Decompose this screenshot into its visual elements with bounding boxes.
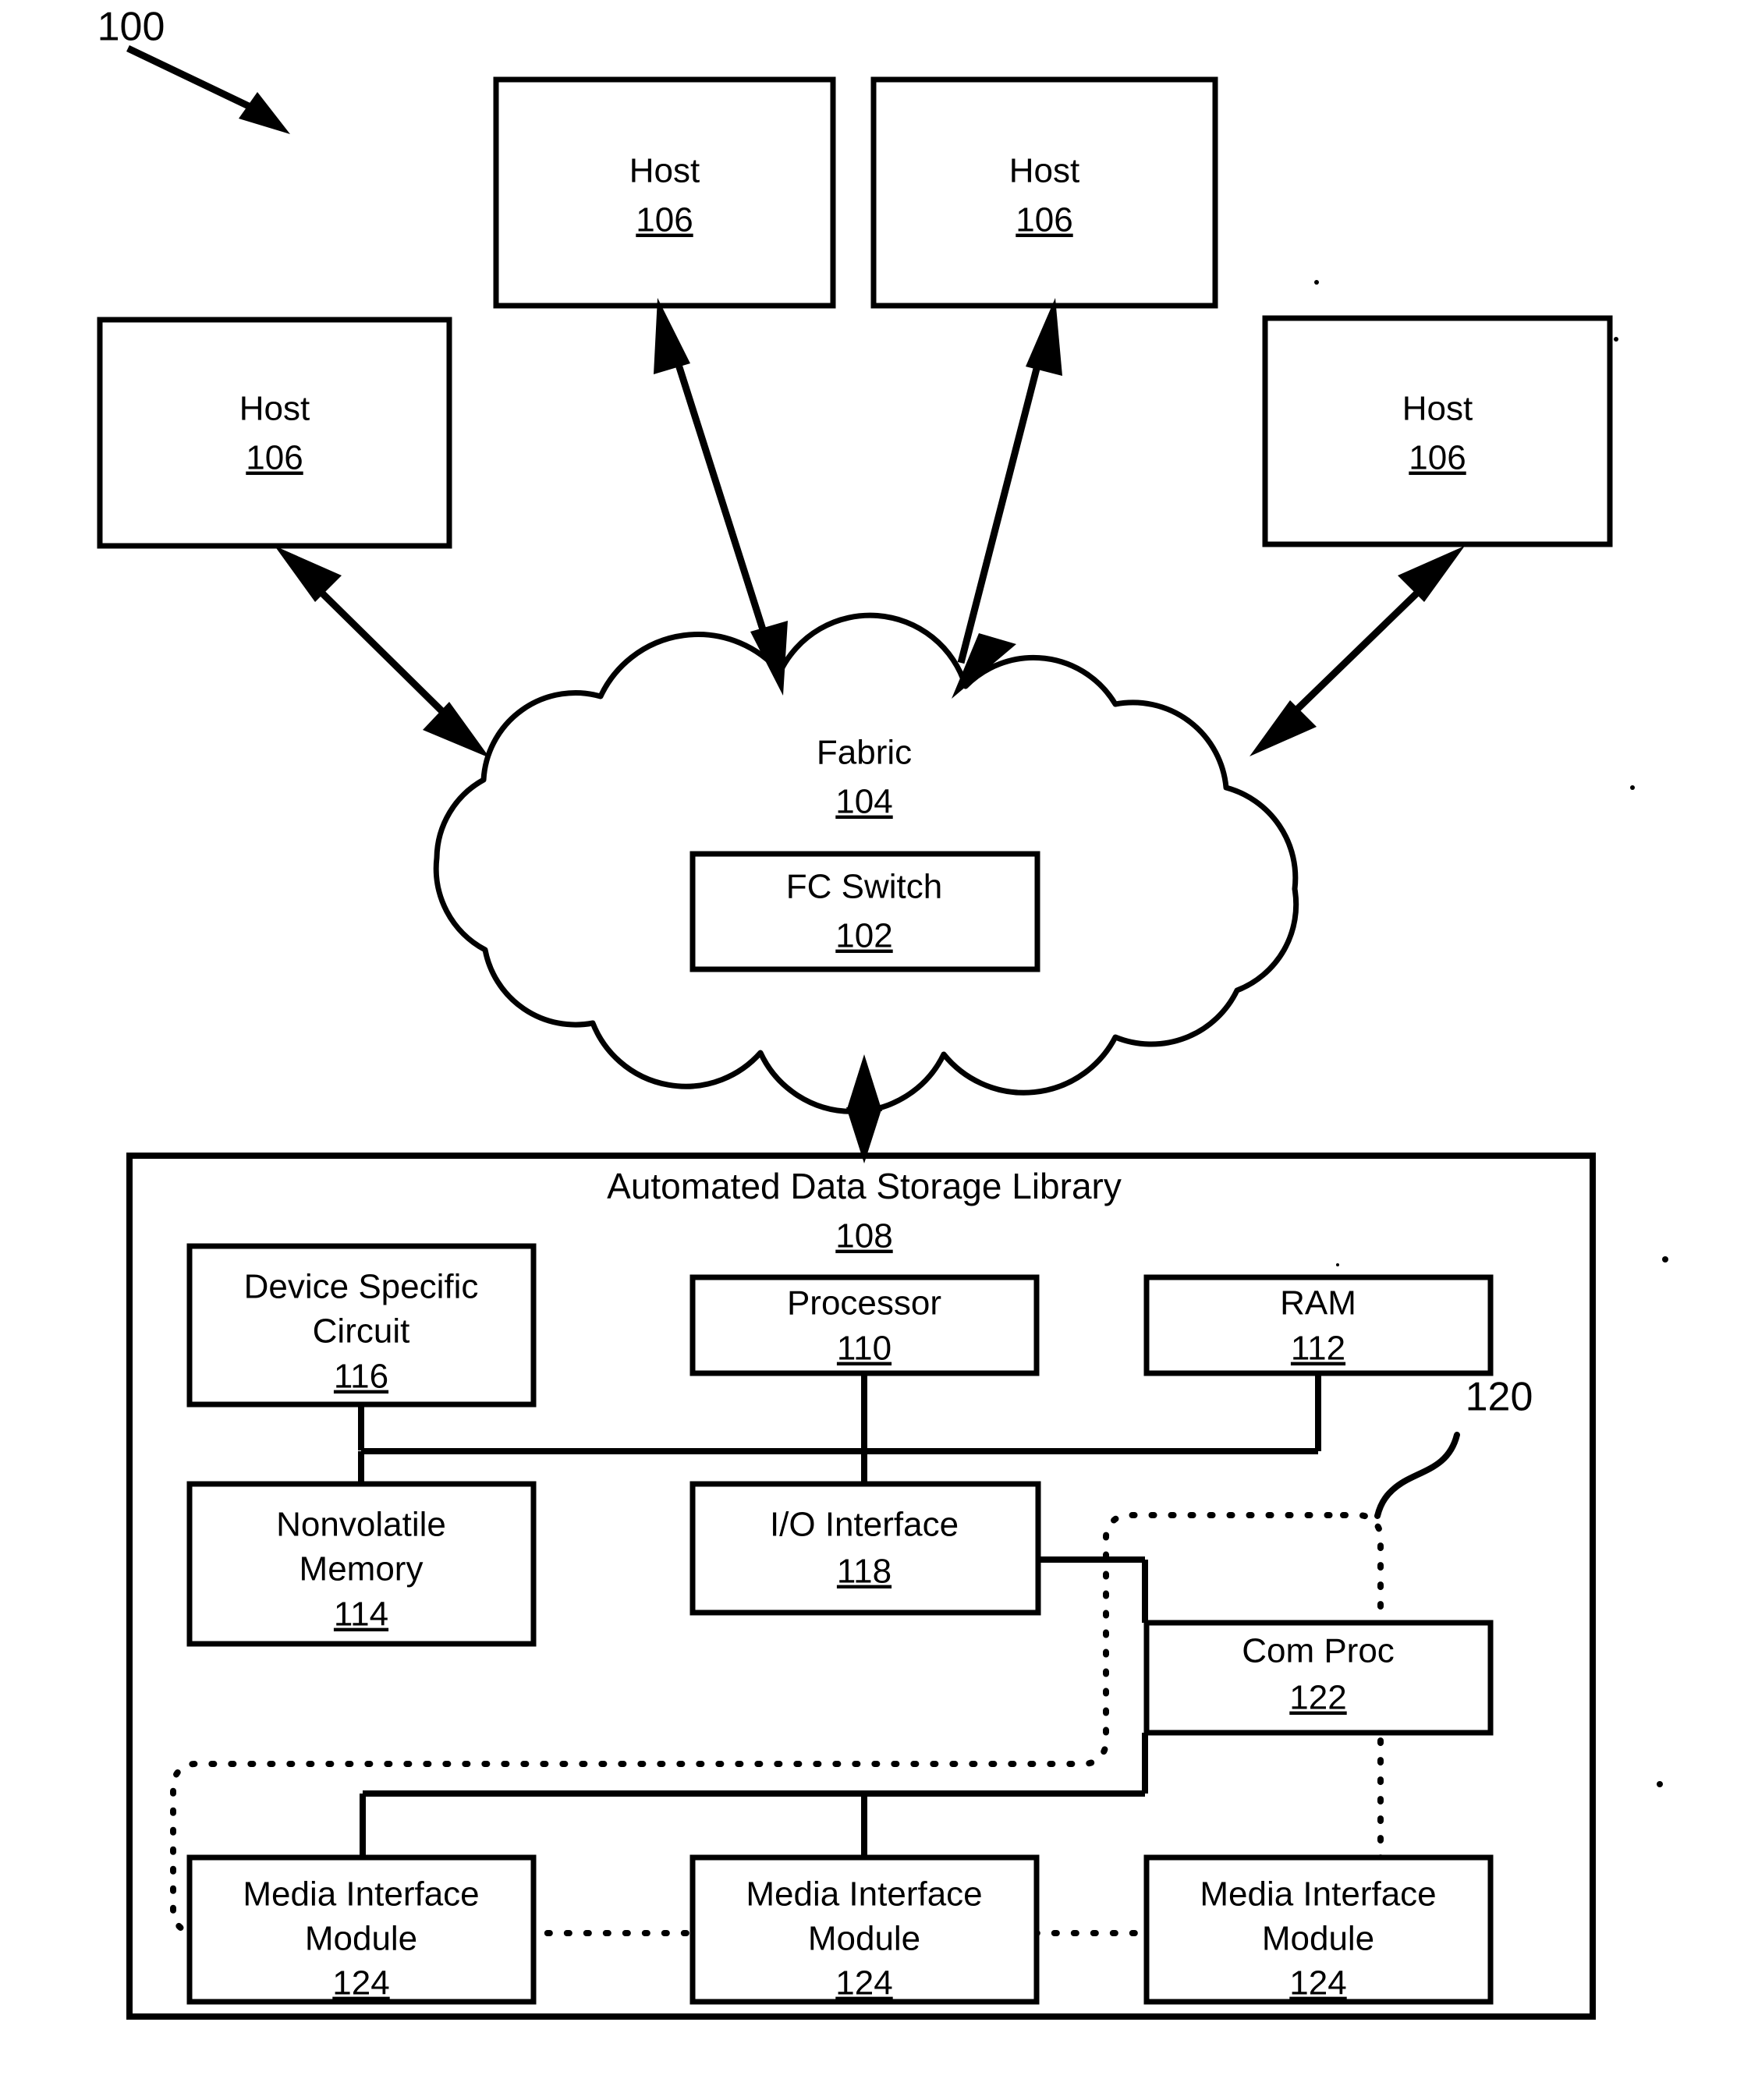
processor-ref: 110 (837, 1330, 891, 1368)
ref-120-leader-curve (1374, 1432, 1460, 1519)
media-interface-module-ref-2: 124 (835, 1964, 892, 2003)
fc-switch-label: FC Switch (786, 868, 942, 906)
host-box-left[interactable] (97, 317, 452, 549)
host-label-0: Host (629, 152, 700, 190)
figure-canvas: 100 Host 106 Host 106 Host 106 Host 106 … (97, 5, 1668, 2020)
arrow-host-right-to-cloud (1250, 546, 1465, 756)
host-box-right[interactable] (1262, 315, 1613, 547)
figure-number-arrowhead (239, 92, 290, 134)
fabric-label: Fabric (817, 734, 912, 772)
library-ref: 108 (835, 1217, 892, 1255)
media-interface-module-label-3-line1: Media Interface (1200, 1875, 1436, 1914)
host-ref-2: 106 (246, 439, 303, 477)
com-proc-label: Com Proc (1242, 1632, 1395, 1670)
host-ref-3: 106 (1409, 439, 1466, 477)
device-specific-circuit-label-line1: Device Specific (244, 1268, 479, 1306)
host-box-rect (493, 76, 836, 309)
figure-number-group (126, 44, 290, 134)
com-proc-ref: 122 (1289, 1679, 1346, 1717)
processor-label: Processor (787, 1284, 941, 1323)
host-ref-1: 106 (1016, 201, 1072, 239)
ram-label: RAM (1280, 1284, 1356, 1323)
host-label-1: Host (1009, 152, 1079, 190)
host-box-rect (870, 76, 1218, 309)
fc-switch-ref: 102 (835, 917, 892, 955)
host-label-2: Host (239, 390, 310, 428)
patent-figure: 100 Host 106 Host 106 Host 106 Host 106 … (0, 0, 1744, 2100)
media-interface-module-ref-3: 124 (1289, 1964, 1346, 2003)
device-specific-circuit-ref: 116 (334, 1358, 388, 1396)
nonvolatile-memory-label-line2: Memory (300, 1550, 424, 1588)
device-specific-circuit-label-line2: Circuit (313, 1312, 410, 1351)
figure-number-text: 100 (97, 5, 165, 50)
io-interface-label: I/O Interface (770, 1506, 959, 1544)
media-interface-module-label-3-line2: Module (1262, 1920, 1374, 1958)
media-interface-module-label-1-line1: Media Interface (243, 1875, 479, 1914)
host-ref-0: 106 (636, 201, 693, 239)
host-box-rect (97, 317, 452, 549)
media-interface-module-label-2-line1: Media Interface (746, 1875, 982, 1914)
host-label-3: Host (1402, 390, 1473, 428)
media-interface-module-ref-1: 124 (332, 1964, 389, 2003)
nonvolatile-memory-label-line1: Nonvolatile (276, 1506, 446, 1544)
media-interface-module-label-1-line2: Module (305, 1920, 417, 1958)
io-interface-box[interactable] (689, 1481, 1041, 1616)
arrow-host-left-to-cloud (275, 546, 490, 758)
fabric-ref: 104 (835, 783, 892, 821)
media-interface-module-label-2-line2: Module (808, 1920, 920, 1958)
host-box-top-left[interactable] (493, 76, 836, 309)
library-title: Automated Data Storage Library (607, 1166, 1122, 1206)
ram-ref: 112 (1291, 1330, 1345, 1368)
nonvolatile-memory-ref: 114 (334, 1595, 388, 1634)
host-box-rect (1262, 315, 1613, 547)
dotted-region-ref-label: 120 (1466, 1375, 1533, 1420)
io-interface-ref: 118 (837, 1553, 891, 1591)
arrow-host-topright-to-cloud (952, 298, 1062, 699)
host-box-top-right[interactable] (870, 76, 1218, 309)
